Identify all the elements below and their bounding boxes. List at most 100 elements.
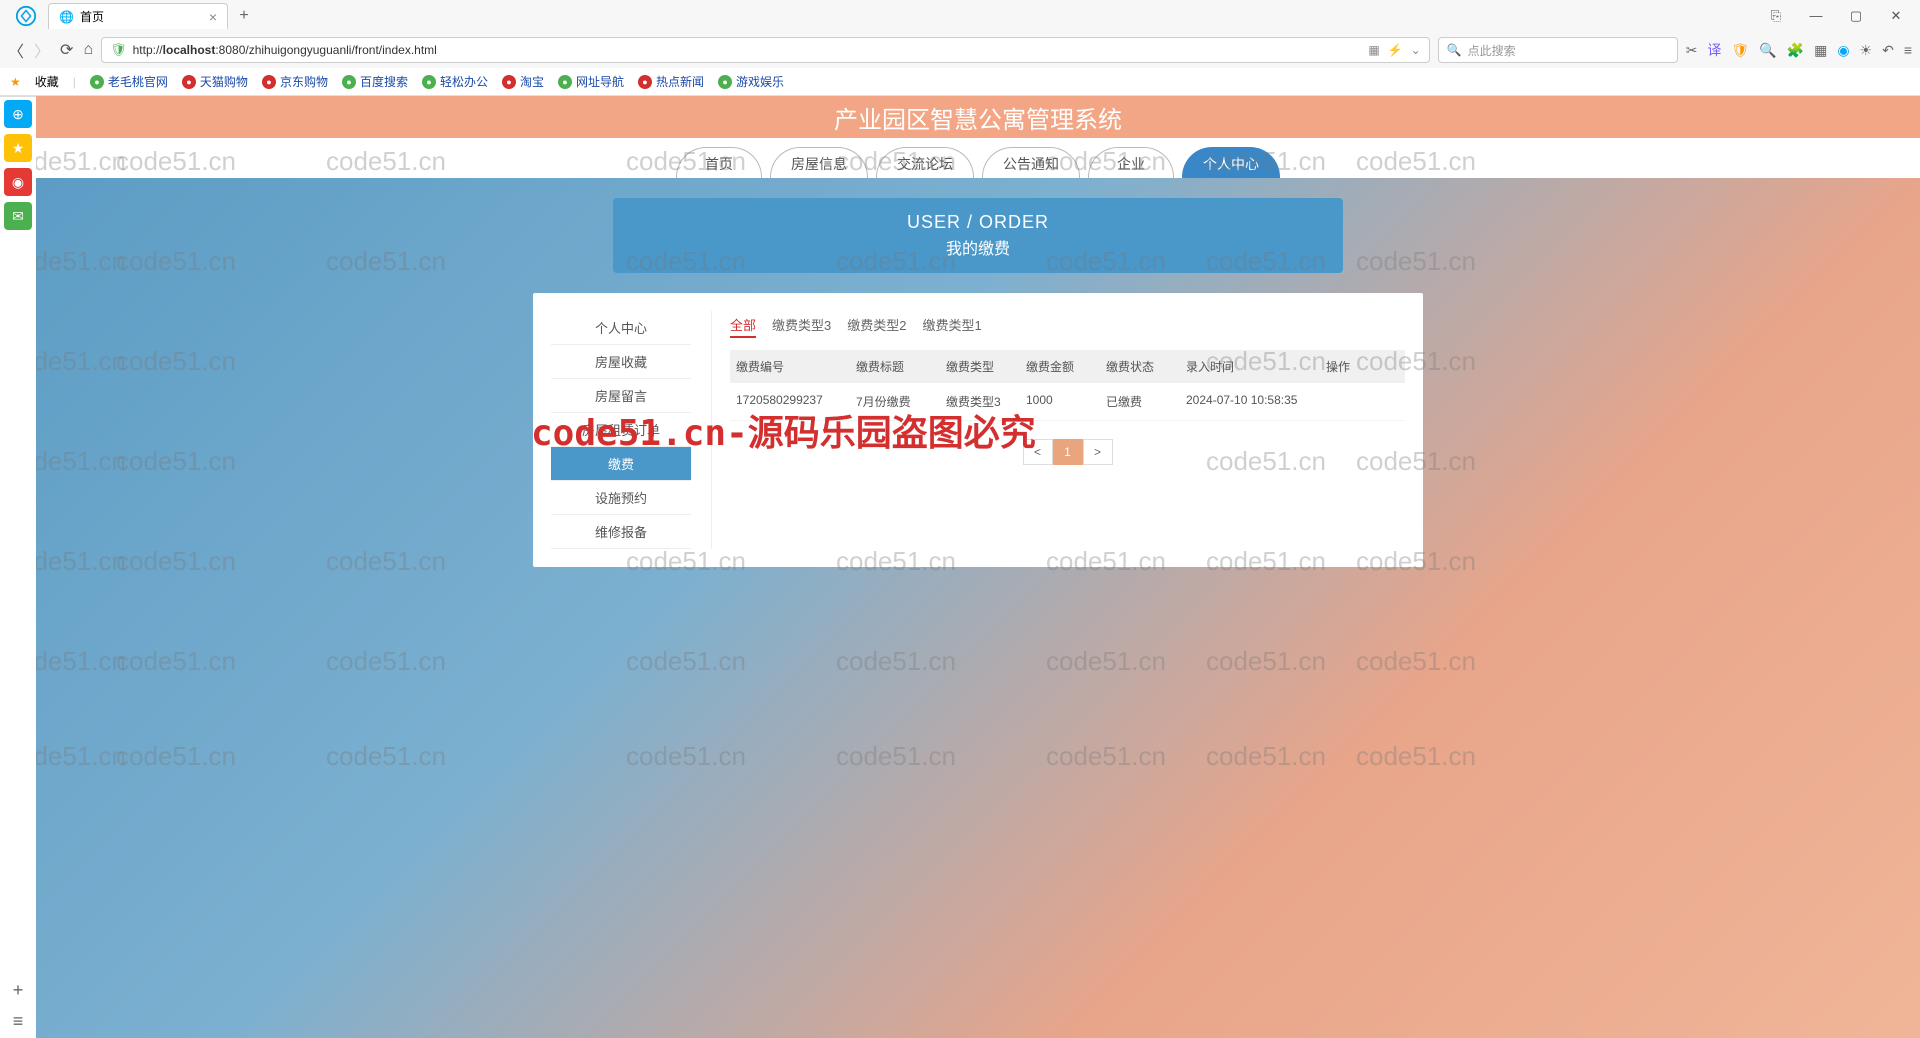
side-menu-item-repair[interactable]: 维修报备 (551, 515, 691, 549)
bookmark-item[interactable]: ●天猫购物 (182, 73, 248, 90)
menu-icon[interactable]: ≡ (1904, 42, 1912, 58)
bookmark-item[interactable]: ●京东购物 (262, 73, 328, 90)
side-menu-item-facility[interactable]: 设施预约 (551, 481, 691, 515)
side-menu-item-message[interactable]: 房屋留言 (551, 379, 691, 413)
undo-icon[interactable]: ↶ (1882, 42, 1894, 59)
url-path: :8080/zhihuigongyuguanli/front/index.htm… (215, 43, 436, 57)
nav-tab-user[interactable]: 个人中心 (1182, 147, 1280, 178)
dock-item[interactable]: ✉ (4, 202, 32, 230)
scissors-icon[interactable]: ✂ (1686, 42, 1698, 59)
filter-tab-all[interactable]: 全部 (730, 315, 756, 338)
flash-icon[interactable]: ⚡ (1388, 43, 1403, 57)
search-input[interactable]: 🔍 点此搜索 (1438, 37, 1678, 63)
browser-chrome: 🌐 首页 × + ⎘ — ▢ ✕ 〈 〉 ⟳ ⌂ 🛡 http://localh… (0, 0, 1920, 97)
translate-icon[interactable]: 译 (1707, 40, 1721, 60)
side-menu-item-profile[interactable]: 个人中心 (551, 311, 691, 345)
main-panel: 全部 缴费类型3 缴费类型2 缴费类型1 缴费编号 缴费标题 缴费类型 缴费金额… (711, 311, 1405, 549)
grid-icon[interactable]: ▦ (1814, 42, 1827, 59)
bookmark-item[interactable]: ●老毛桃官网 (90, 73, 168, 90)
dock-item[interactable]: ⊕ (4, 100, 32, 128)
bookmark-icon: ● (638, 75, 652, 89)
add-icon[interactable]: + (13, 980, 24, 1001)
filter-tabs: 全部 缴费类型3 缴费类型2 缴费类型1 (730, 311, 1405, 350)
new-tab-button[interactable]: + (230, 7, 258, 25)
bookmark-item[interactable]: ●网址导航 (558, 73, 624, 90)
window-controls: ⎘ — ▢ ✕ (1756, 8, 1916, 24)
maximize-icon[interactable]: ▢ (1836, 8, 1876, 24)
toolbar-icons: ✂ 译 🛡 🔍 🧩 ▦ ◉ ☀ ↶ ≡ (1686, 40, 1912, 60)
app-title: 产业园区智慧公寓管理系统 (834, 100, 1122, 135)
dock-item[interactable]: ★ (4, 134, 32, 162)
url-text: http://localhost:8080/zhihuigongyuguanli… (133, 43, 1369, 57)
browser-tab[interactable]: 🌐 首页 × (48, 3, 228, 29)
shield2-icon[interactable]: 🛡 (1731, 42, 1749, 59)
puzzle-icon[interactable]: 🧩 (1787, 42, 1804, 59)
home-icon[interactable]: ⌂ (83, 41, 93, 59)
list-icon[interactable]: ≡ (13, 1011, 24, 1032)
th-type: 缴费类型 (946, 358, 1026, 375)
page-next[interactable]: > (1083, 439, 1113, 465)
globe2-icon[interactable]: ◉ (1837, 42, 1849, 59)
close-tab-icon[interactable]: × (209, 9, 217, 25)
favorites-icon[interactable]: ★ (10, 75, 21, 89)
td-type: 缴费类型3 (946, 393, 1026, 410)
section-title-en: USER / ORDER (613, 212, 1343, 233)
nav-tab-house[interactable]: 房屋信息 (770, 147, 868, 178)
dock-item[interactable]: ◉ (4, 168, 32, 196)
page-current[interactable]: 1 (1053, 439, 1083, 465)
bookmark-item[interactable]: ●百度搜索 (342, 73, 408, 90)
bookmark-icon: ● (718, 75, 732, 89)
section-title-zh: 我的缴费 (613, 235, 1343, 259)
side-menu-item-payment[interactable]: 缴费 (551, 447, 691, 481)
td-title: 7月份缴费 (856, 393, 946, 410)
bookmark-item[interactable]: ●热点新闻 (638, 73, 704, 90)
zoom-icon[interactable]: 🔍 (1759, 42, 1776, 59)
close-window-icon[interactable]: ✕ (1876, 8, 1916, 24)
bookmark-icon: ● (262, 75, 276, 89)
minimize-icon[interactable]: — (1796, 8, 1836, 24)
td-id: 1720580299237 (736, 393, 856, 410)
nav-tab-notice[interactable]: 公告通知 (982, 147, 1080, 178)
sun-icon[interactable]: ☀ (1860, 42, 1873, 59)
bookmark-icon: ● (182, 75, 196, 89)
dropdown-icon[interactable]: ⌄ (1411, 43, 1421, 57)
bookmark-icon: ● (342, 75, 356, 89)
pin-icon[interactable]: ⎘ (1756, 8, 1796, 24)
nav-tab-company[interactable]: 企业 (1088, 147, 1174, 178)
page-prev[interactable]: < (1023, 439, 1053, 465)
page-body: USER / ORDER 我的缴费 个人中心 房屋收藏 房屋留言 房屋租赁订单 … (36, 178, 1920, 587)
reload-icon[interactable]: ⟳ (60, 40, 73, 60)
address-bar: 〈 〉 ⟳ ⌂ 🛡 http://localhost:8080/zhihuigo… (0, 32, 1920, 68)
side-menu-item-lease[interactable]: 房屋租赁订单 (551, 413, 691, 447)
app-header: 产业园区智慧公寓管理系统 (36, 96, 1920, 138)
bookmark-item[interactable]: ●淘宝 (502, 73, 544, 90)
th-title: 缴费标题 (856, 358, 946, 375)
side-menu-item-collection[interactable]: 房屋收藏 (551, 345, 691, 379)
nav-tab-forum[interactable]: 交流论坛 (876, 147, 974, 178)
th-action: 操作 (1326, 358, 1399, 375)
filter-tab-type3[interactable]: 缴费类型3 (772, 315, 831, 338)
filter-tab-type2[interactable]: 缴费类型2 (847, 315, 906, 338)
url-input[interactable]: 🛡 http://localhost:8080/zhihuigongyuguan… (101, 37, 1430, 63)
td-action[interactable] (1326, 393, 1399, 410)
bookmark-item[interactable]: ●游戏娱乐 (718, 73, 784, 90)
nav-tab-home[interactable]: 首页 (676, 147, 762, 178)
forward-icon[interactable]: 〉 (34, 38, 50, 62)
shield-icon: 🛡 (110, 42, 127, 58)
td-status: 已缴费 (1106, 393, 1186, 410)
bookmark-icon: ● (90, 75, 104, 89)
filter-tab-type1[interactable]: 缴费类型1 (922, 315, 981, 338)
pagination: < 1 > (730, 439, 1405, 465)
browser-left-dock: ⊕ ★ ◉ ✉ (0, 96, 36, 230)
globe-icon: 🌐 (59, 10, 74, 24)
back-icon[interactable]: 〈 (8, 38, 24, 62)
nav-buttons: 〈 〉 ⟳ ⌂ (8, 38, 93, 62)
th-status: 缴费状态 (1106, 358, 1186, 375)
bookmark-item[interactable]: ●轻松办公 (422, 73, 488, 90)
qr-icon[interactable]: ▦ (1368, 43, 1379, 57)
page: 产业园区智慧公寓管理系统 首页 房屋信息 交流论坛 公告通知 企业 个人中心 U… (36, 96, 1920, 1038)
side-menu: 个人中心 房屋收藏 房屋留言 房屋租赁订单 缴费 设施预约 维修报备 (551, 311, 691, 549)
tab-bar: 🌐 首页 × + ⎘ — ▢ ✕ (0, 0, 1920, 32)
table-row: 1720580299237 7月份缴费 缴费类型3 1000 已缴费 2024-… (730, 383, 1405, 421)
favorites-label[interactable]: 收藏 (35, 73, 59, 90)
